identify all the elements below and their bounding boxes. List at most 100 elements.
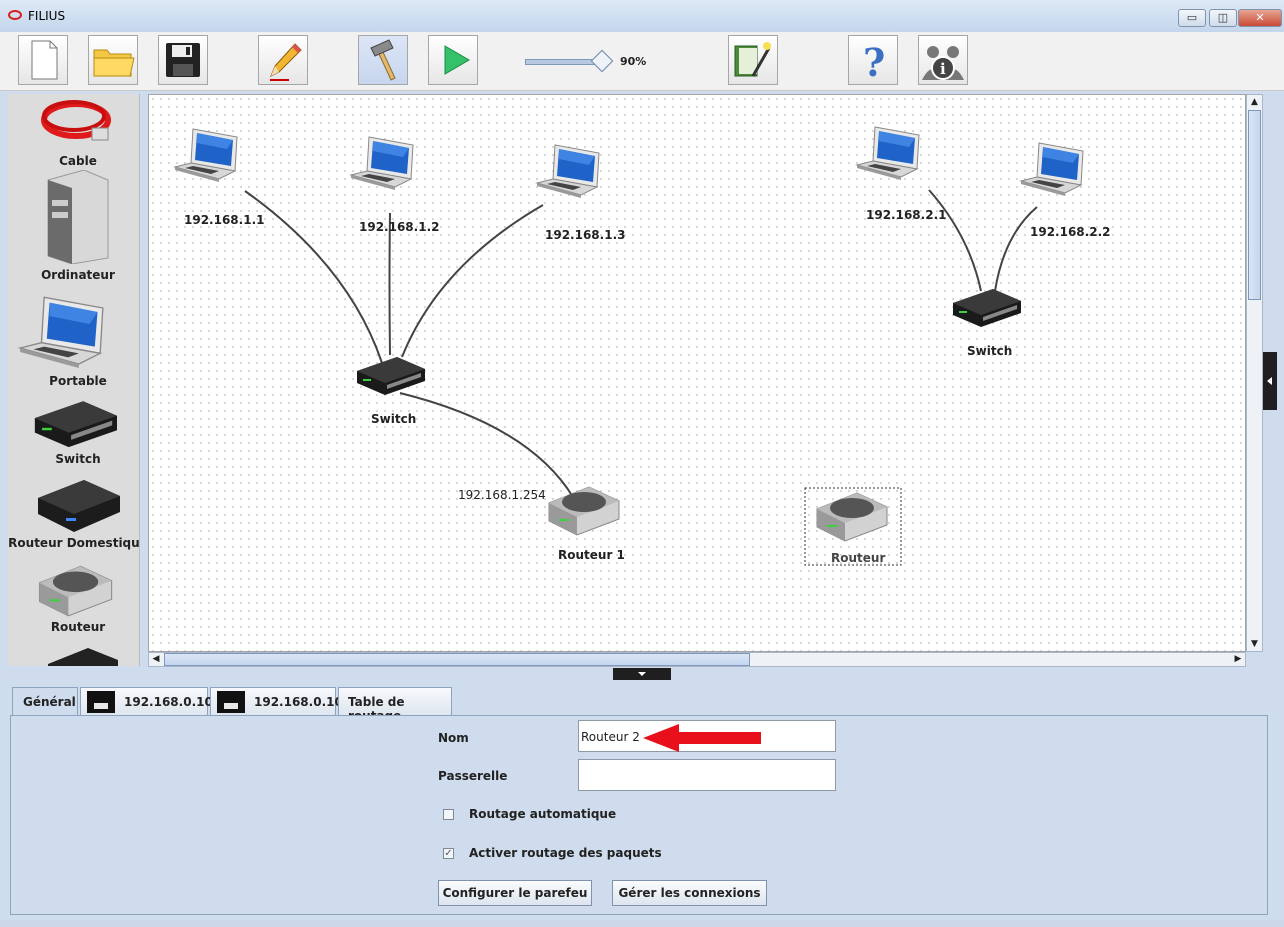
palette-label-ordinateur: Ordinateur	[41, 268, 115, 282]
network-canvas[interactable]: 192.168.1.1 192.168.1.2 192.168.1.3 192.…	[148, 94, 1246, 652]
palette-item-portable[interactable]	[8, 288, 139, 371]
simulation-mode-button[interactable]	[428, 35, 478, 85]
cable-icon	[41, 100, 111, 141]
svg-text:?: ?	[863, 40, 885, 84]
app-logo-icon	[8, 10, 22, 20]
laptop-label: 192.168.2.2	[1030, 225, 1111, 239]
gerer-connexions-button[interactable]: Gérer les connexions	[612, 880, 767, 906]
new-file-button[interactable]	[18, 35, 68, 85]
configurer-parefeu-button[interactable]: Configurer le parefeu	[438, 880, 592, 906]
floppy-disk-icon	[166, 43, 200, 77]
switch-node[interactable]	[357, 357, 425, 395]
toolbar: 90% ? i	[0, 32, 1284, 91]
palette-item-routeur[interactable]	[8, 556, 139, 625]
hammer-icon	[370, 39, 396, 81]
activer-routage-checkbox[interactable]: ✓	[443, 848, 454, 859]
horizontal-scrollbar[interactable]: ◀ ▶	[148, 652, 1246, 667]
device-icon	[48, 648, 118, 666]
passerelle-label: Passerelle	[438, 769, 508, 783]
switch-icon	[34, 401, 117, 448]
laptop-label: 192.168.1.3	[545, 228, 626, 242]
switch-label: Switch	[967, 344, 1013, 358]
routage-automatique-label: Routage automatique	[469, 807, 617, 821]
properties-panel: Nom Routeur 2 Passerelle Routage automat…	[10, 715, 1268, 915]
nom-label: Nom	[438, 731, 469, 745]
zoom-level: 90%	[620, 55, 647, 68]
palette-label-routeur-domestique: Routeur Domestique	[8, 536, 140, 550]
ethernet-port-icon	[87, 691, 115, 713]
computer-tower-icon	[47, 169, 109, 265]
folder-icon	[93, 49, 135, 77]
title-bar: FILIUS ▭ ◫ ✕	[0, 0, 1284, 33]
palette-item-switch[interactable]	[8, 394, 139, 455]
network-diagram[interactable]	[149, 95, 1246, 652]
router-icon	[38, 565, 113, 617]
router-ip-label: 192.168.1.254	[458, 488, 546, 502]
svg-text:i: i	[940, 60, 946, 78]
laptop-icon	[19, 296, 104, 369]
close-button[interactable]: ✕	[1238, 9, 1282, 27]
info-button[interactable]: i	[918, 35, 968, 85]
scroll-up-icon[interactable]: ▲	[1248, 95, 1261, 109]
palette-item-ordinateur[interactable]	[8, 169, 139, 267]
ethernet-port-icon	[217, 691, 245, 713]
window-title: FILIUS	[28, 9, 66, 23]
bottom-panel-toggle[interactable]	[613, 668, 671, 680]
open-button[interactable]	[88, 35, 138, 85]
laptop-node[interactable]	[856, 126, 920, 181]
edit-mode-button[interactable]	[258, 35, 308, 85]
zoom-slider-thumb[interactable]	[590, 49, 614, 73]
new-file-icon	[31, 40, 58, 80]
chevron-left-icon	[1267, 377, 1272, 385]
laptop-node[interactable]	[536, 144, 600, 199]
tab-general[interactable]: Général	[12, 687, 78, 716]
activer-routage-label: Activer routage des paquets	[469, 846, 662, 860]
palette-label-portable: Portable	[49, 374, 107, 388]
laptop-label: 192.168.2.1	[866, 208, 947, 222]
router-label: Routeur 1	[558, 548, 625, 562]
laptop-label: 192.168.1.1	[184, 213, 265, 227]
people-info-icon: i	[922, 46, 964, 80]
palette-item-more[interactable]	[8, 642, 139, 666]
laptop-node[interactable]	[1020, 142, 1084, 197]
laptop-node[interactable]	[350, 136, 414, 191]
scroll-left-icon[interactable]: ◀	[149, 653, 163, 666]
maximize-button[interactable]: ◫	[1209, 9, 1237, 27]
tab-interface-1[interactable]: 192.168.0.10	[80, 687, 213, 715]
passerelle-input[interactable]	[578, 759, 836, 791]
switch-label: Switch	[371, 412, 417, 426]
palette-label-routeur: Routeur	[50, 620, 106, 634]
wizard-button[interactable]	[728, 35, 778, 85]
side-panel-toggle[interactable]	[1263, 352, 1277, 410]
palette-item-cable[interactable]	[8, 96, 139, 153]
routage-automatique-checkbox[interactable]	[443, 809, 454, 820]
window-bottom-border	[0, 920, 1284, 927]
router-node[interactable]	[548, 486, 620, 536]
help-button[interactable]: ?	[848, 35, 898, 85]
red-arrow-icon	[643, 724, 761, 752]
play-icon	[444, 45, 470, 75]
minimize-button[interactable]: ▭	[1178, 9, 1206, 27]
pencil-icon	[270, 43, 302, 81]
palette-item-routeur-domestique[interactable]	[8, 472, 139, 541]
save-button[interactable]	[158, 35, 208, 85]
laptop-label: 192.168.1.2	[359, 220, 440, 234]
design-mode-button[interactable]	[358, 35, 408, 85]
router-node-selected[interactable]	[816, 492, 888, 542]
laptop-node[interactable]	[174, 128, 238, 183]
vertical-scroll-thumb[interactable]	[1248, 110, 1261, 300]
question-mark-icon: ?	[863, 40, 885, 85]
scroll-down-icon[interactable]: ▼	[1248, 637, 1261, 651]
router-label-selected: Routeur	[831, 551, 886, 565]
horizontal-scroll-thumb[interactable]	[164, 653, 750, 666]
switch-node[interactable]	[953, 289, 1021, 327]
tab-interface-2[interactable]: 192.168.0.10	[210, 687, 343, 715]
chevron-down-icon	[638, 672, 646, 676]
vertical-scrollbar[interactable]: ▲ ▼	[1246, 94, 1263, 652]
home-router-icon	[38, 480, 120, 532]
link-lines[interactable]	[244, 189, 1038, 498]
wizard-book-icon	[734, 42, 771, 77]
tab-table-routage[interactable]: Table de routage	[338, 687, 452, 723]
scroll-right-icon[interactable]: ▶	[1231, 653, 1245, 666]
palette-label-cable: Cable	[59, 154, 97, 168]
